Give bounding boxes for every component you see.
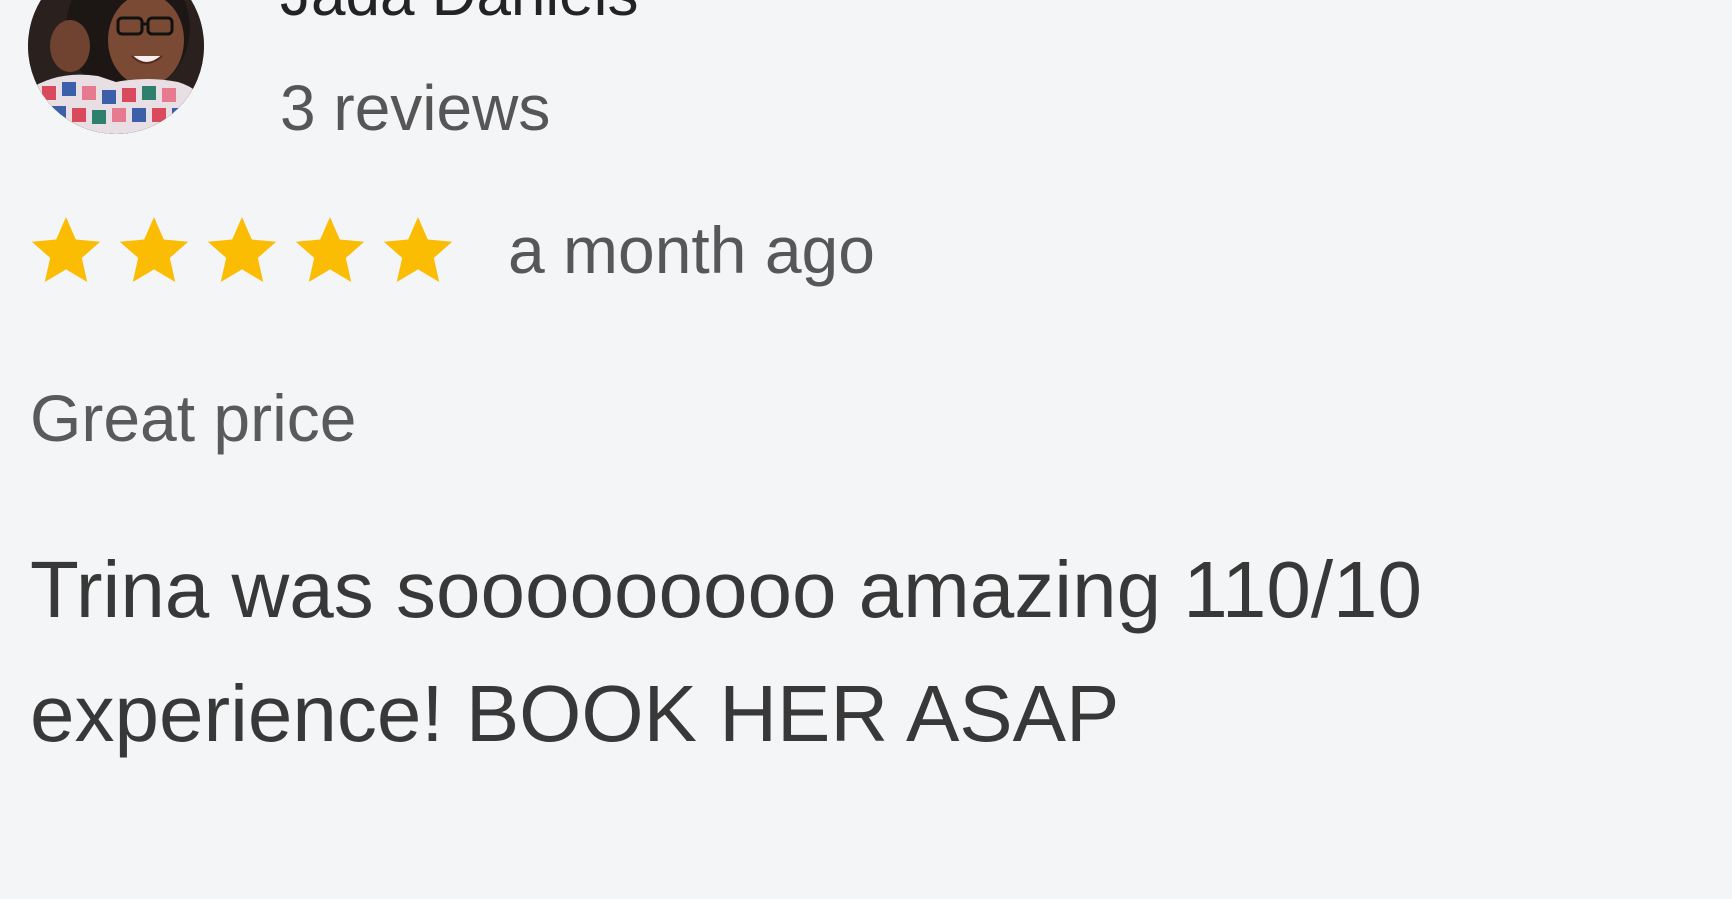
star-icon (207, 217, 277, 282)
review-text: Trina was sooooooooo amazing 110/10 expe… (30, 545, 1423, 758)
rating-row: a month ago (28, 210, 875, 290)
reviewer-avatar[interactable] (28, 0, 204, 134)
review-highlight-tag: Great price (30, 381, 357, 455)
star-rating (28, 212, 456, 288)
review-time: a month ago (508, 213, 875, 287)
reviewer-name[interactable]: Jada Daniels (280, 0, 638, 26)
reviewer-review-count[interactable]: 3 reviews (280, 72, 550, 144)
star-icon (31, 217, 101, 282)
star-icon (295, 217, 365, 282)
star-icon (119, 217, 189, 282)
star-icon (383, 217, 453, 282)
avatar-photo (28, 0, 204, 134)
